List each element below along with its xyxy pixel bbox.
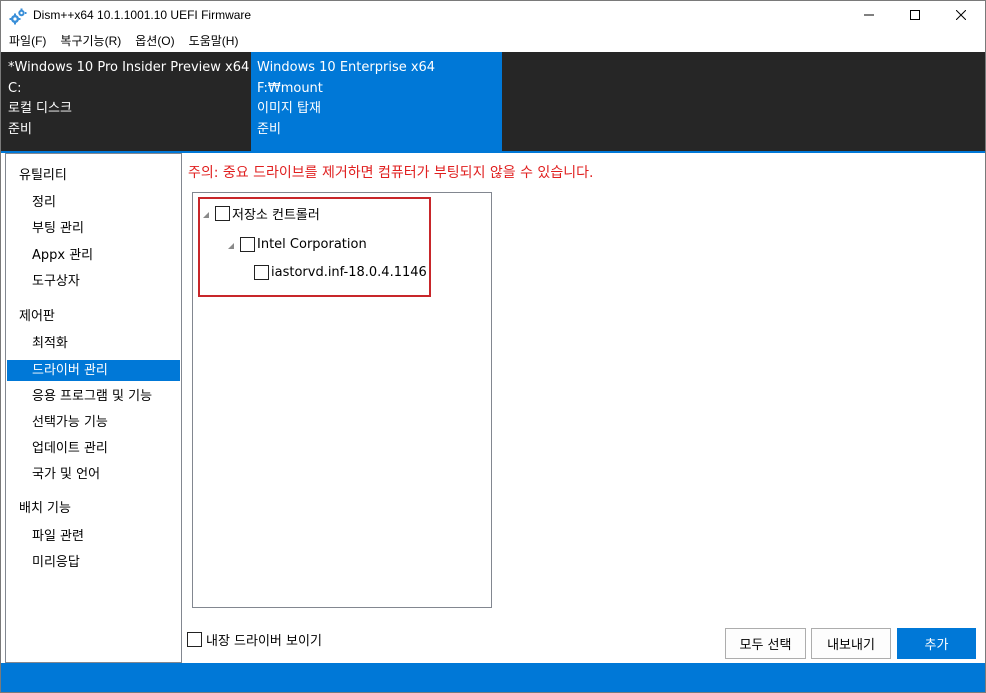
sidebar-item-region-language[interactable]: 국가 및 언어 [7,464,180,485]
menu-recovery[interactable]: 복구기능(R) [53,32,128,52]
show-builtin-label: 내장 드라이버 보이기 [206,634,322,649]
sidebar-item-optional-features[interactable]: 선택가능 기능 [7,412,180,433]
sidebar-nav: 유틸리티 정리 부팅 관리 Appx 관리 도구상자 제어판 최적화 드라이버 … [5,153,182,663]
expand-triangle-icon[interactable] [201,209,211,219]
image-name: Windows 10 Enterprise x64 [257,60,436,75]
image-type: 로컬 디스크 [8,101,72,116]
tree-node-storage-controller[interactable]: 저장소 컨트롤러 [201,204,320,223]
sidebar-item-unattend[interactable]: 미리응답 [7,552,180,573]
show-builtin-drivers-toggle[interactable]: 내장 드라이버 보이기 [187,630,322,649]
window-title: Dism++x64 10.1.1001.10 UEFI Firmware [33,8,252,22]
minimize-icon [864,9,874,24]
tree-node-label: iastorvd.inf-18.0.4.1146 [271,265,427,280]
menu-options[interactable]: 옵션(O) [128,32,181,52]
sidebar-item-optimize[interactable]: 최적화 [7,333,180,354]
image-path: C: [8,80,22,96]
sidebar-item-updates[interactable]: 업데이트 관리 [7,438,180,459]
image-path: F:₩mount [257,80,323,96]
menu-file[interactable]: 파일(F) [1,32,53,52]
maximize-button[interactable] [892,1,938,31]
image-status: 준비 [257,121,281,137]
expand-triangle-icon[interactable] [226,240,236,250]
sidebar-item-appx[interactable]: Appx 관리 [7,245,180,266]
export-button[interactable]: 내보내기 [811,628,891,659]
select-all-button[interactable]: 모두 선택 [725,628,806,659]
sidebar-item-cleanup[interactable]: 정리 [7,192,180,213]
nav-group-deployment: 배치 기능 [19,501,71,516]
status-bar [1,663,985,692]
tree-node-label: Intel Corporation [257,237,367,252]
sidebar-item-apps-features[interactable]: 응용 프로그램 및 기능 [7,386,180,407]
app-window: Dism++x64 10.1.1001.10 UEFI Firmware 파일(… [0,0,986,693]
menu-bar: 파일(F) 복구기능(R) 옵션(O) 도움말(H) [1,32,985,52]
nav-group-utilities: 유틸리티 [19,168,67,183]
sidebar-item-drivers[interactable]: 드라이버 관리 [7,360,180,381]
image-session-strip: *Windows 10 Pro Insider Preview x64 C: 로… [1,52,985,151]
tree-node-vendor[interactable]: Intel Corporation [226,237,367,252]
image-card-local[interactable]: *Windows 10 Pro Insider Preview x64 C: 로… [1,52,251,151]
tree-checkbox[interactable] [240,237,255,252]
menu-help[interactable]: 도움말(H) [182,32,246,52]
show-builtin-checkbox[interactable] [187,632,202,647]
sidebar-item-file-association[interactable]: 파일 관련 [7,526,180,547]
add-button[interactable]: 추가 [897,628,976,659]
maximize-icon [910,9,920,24]
image-card-mounted[interactable]: Windows 10 Enterprise x64 F:₩mount 이미지 탑… [251,52,502,151]
driver-warning-text: 주의: 중요 드라이브를 제거하면 컴퓨터가 부팅되지 않을 수 있습니다. [188,165,594,181]
close-icon [955,9,967,24]
tree-checkbox[interactable] [254,265,269,280]
gears-icon [9,8,27,26]
nav-group-control-panel: 제어판 [19,309,55,324]
image-status: 준비 [8,121,32,137]
tree-node-label: 저장소 컨트롤러 [232,208,320,223]
tree-checkbox[interactable] [215,206,230,221]
image-name: *Windows 10 Pro Insider Preview x64 [8,60,250,75]
tree-node-driver[interactable]: iastorvd.inf-18.0.4.1146 [254,265,427,280]
sidebar-item-boot-manager[interactable]: 부팅 관리 [7,218,180,239]
image-type: 이미지 탑재 [257,101,321,116]
minimize-button[interactable] [846,1,892,31]
sidebar-item-toolbox[interactable]: 도구상자 [7,271,180,292]
close-button[interactable] [938,1,984,31]
title-bar[interactable]: Dism++x64 10.1.1001.10 UEFI Firmware [1,1,985,32]
